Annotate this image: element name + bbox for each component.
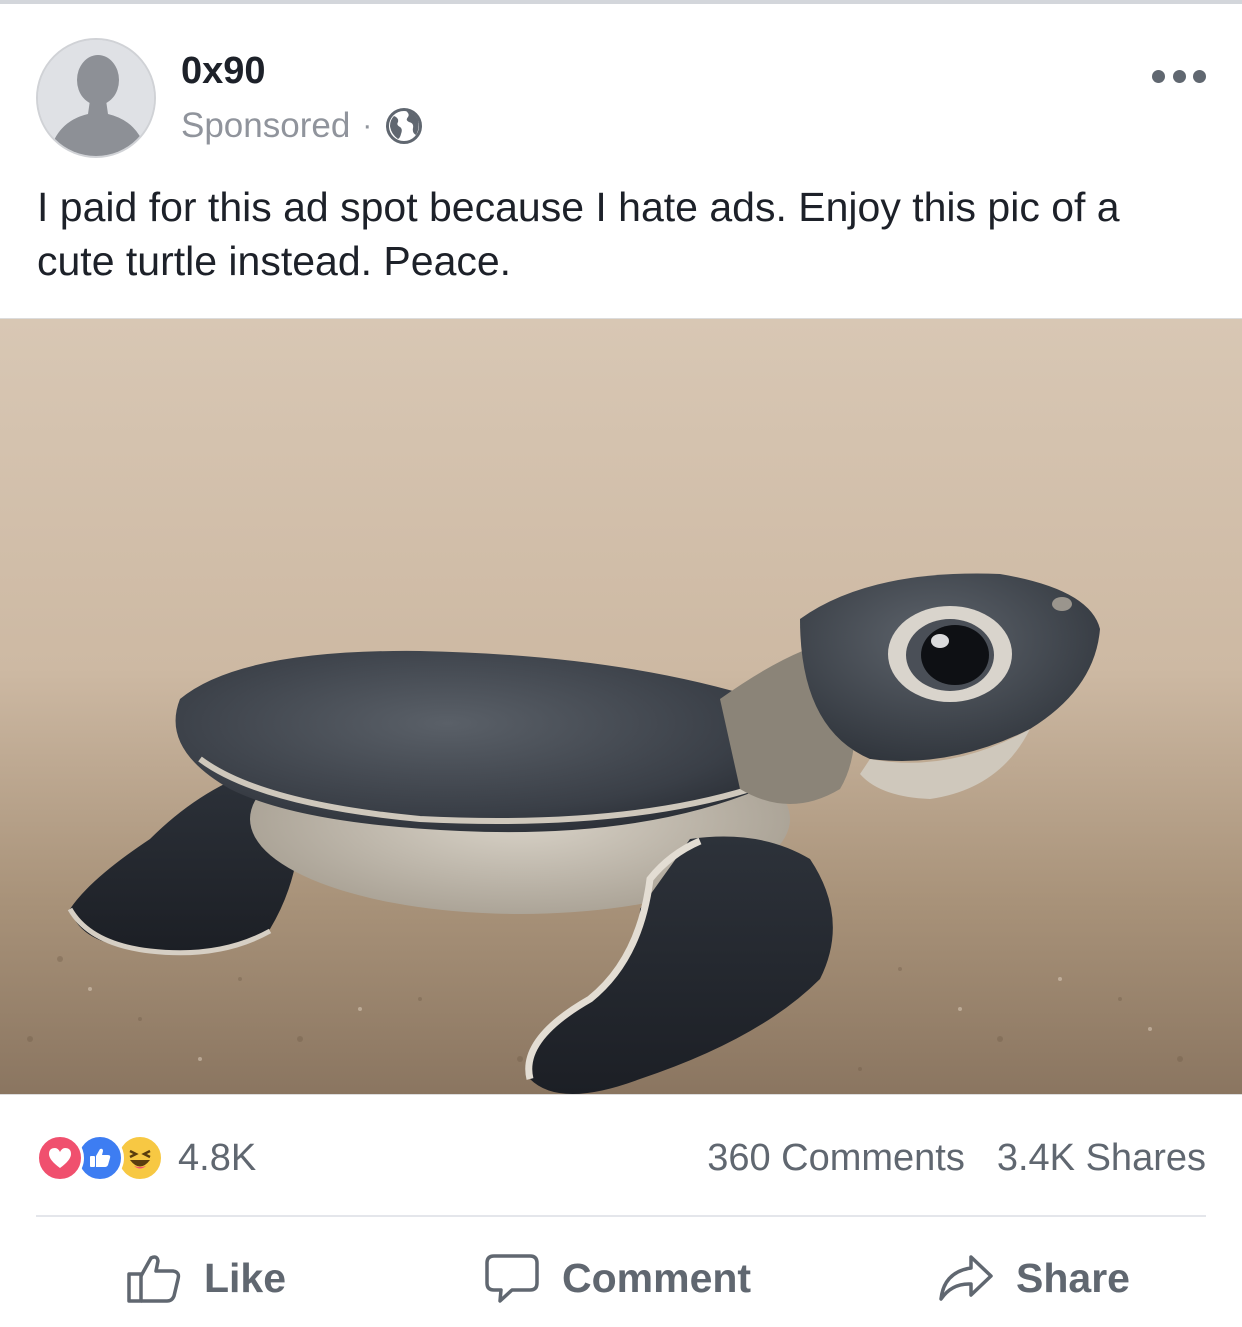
- like-label: Like: [204, 1254, 287, 1301]
- action-bar: Like Comment Share: [36, 1236, 1206, 1320]
- post-caption: I paid for this ad spot because I hate a…: [37, 184, 1120, 284]
- reactions-summary[interactable]: 4.8K: [36, 1134, 256, 1182]
- reaction-count: 4.8K: [178, 1136, 257, 1179]
- avatar[interactable]: [36, 38, 156, 158]
- share-button[interactable]: Share: [938, 1236, 1130, 1320]
- comment-button[interactable]: Comment: [484, 1236, 751, 1320]
- like-button[interactable]: Like: [126, 1236, 286, 1320]
- shares-count[interactable]: 3.4K Shares: [997, 1137, 1206, 1180]
- meta-separator: ·: [362, 109, 373, 142]
- like-icon: [127, 1255, 181, 1303]
- post-meta: Sponsored ·: [181, 104, 423, 148]
- globe-icon[interactable]: [386, 108, 423, 144]
- engagement-stats: 4.8K 360 Comments 3.4K Shares: [36, 1124, 1206, 1192]
- sponsored-label[interactable]: Sponsored: [181, 106, 350, 146]
- comment-icon: [485, 1254, 539, 1303]
- share-icon: [939, 1255, 993, 1301]
- post-photo[interactable]: [0, 318, 1242, 1095]
- comment-share-counts: 360 Comments 3.4K Shares: [707, 1134, 1206, 1182]
- action-divider: [36, 1215, 1206, 1217]
- default-profile-icon: [38, 40, 154, 156]
- love-reaction-icon: [36, 1134, 84, 1182]
- turtle-photo: [0, 319, 1242, 1094]
- more-options-icon[interactable]: [1152, 66, 1206, 86]
- top-divider: [0, 0, 1242, 4]
- comments-count[interactable]: 360 Comments: [707, 1137, 965, 1180]
- share-label: Share: [1016, 1254, 1130, 1301]
- author-name[interactable]: 0x90: [181, 50, 266, 93]
- comment-label: Comment: [562, 1254, 752, 1301]
- post-header: 0x90 Sponsored ·: [36, 38, 1206, 162]
